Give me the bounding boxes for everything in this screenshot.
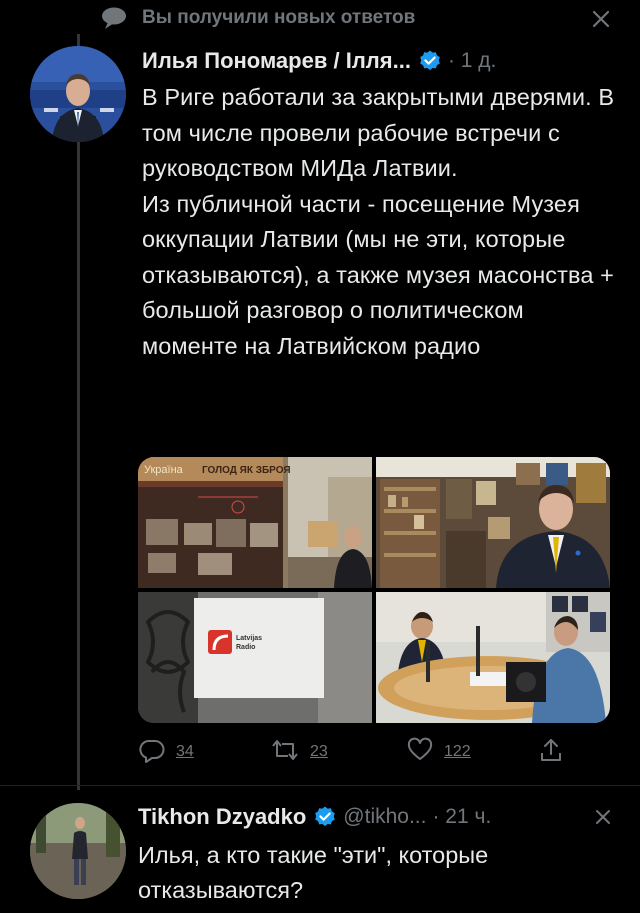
reply-count: 34 (176, 743, 194, 760)
tweet-text: В Риге работали за закрытыми дверями. В … (142, 84, 615, 359)
like-count: 122 (444, 743, 471, 760)
sign-text-right: ГОЛОД ЯК ЗБРОЯ (202, 465, 291, 476)
photo-masonry-museum[interactable] (376, 457, 610, 588)
sign-text-left: Україна (144, 464, 184, 476)
verified-badge-icon (313, 805, 337, 829)
verified-badge-icon (418, 49, 442, 73)
retweet-button[interactable]: 23 (270, 735, 328, 769)
author-handle[interactable]: @tikho... (343, 805, 426, 829)
close-icon[interactable] (590, 8, 612, 30)
tweet-header: Илья Пономарев / Ілля... · 1 д. (142, 44, 496, 78)
like-button[interactable]: 122 (406, 735, 471, 769)
tweet-header: Tikhon Dzyadko @tikho... · 21 ч. (138, 800, 491, 834)
photo-latvijas-radio-sign[interactable]: Latvijas Radio (138, 592, 372, 723)
new-replies-text: Вы получили новых ответов (142, 7, 416, 28)
thread-connector (77, 142, 80, 790)
retweet-icon (270, 736, 300, 769)
chat-bubble-icon (100, 6, 128, 30)
heart-icon (406, 736, 434, 769)
tweet-divider (0, 785, 640, 786)
tweet-timestamp[interactable]: · 21 ч. (432, 805, 491, 829)
thread-connector (77, 34, 80, 46)
new-replies-banner[interactable]: Вы получили новых ответов (0, 0, 640, 40)
author-avatar[interactable] (30, 803, 126, 899)
photo-museum-occupation[interactable]: Україна ГОЛОД ЯК ЗБРОЯ (138, 457, 372, 588)
tweet-actions: 34 23 122 (138, 735, 578, 769)
tweet-text: Илья, а кто такие "эти", которые отказыв… (138, 842, 489, 903)
retweet-count: 23 (310, 743, 328, 760)
tweet-timestamp[interactable]: · 1 д. (448, 49, 496, 73)
share-button[interactable] (538, 735, 564, 769)
photo-radio-studio[interactable] (376, 592, 610, 723)
radio-logo-line2: Radio (236, 644, 255, 651)
author-name[interactable]: Tikhon Dzyadko (138, 804, 306, 830)
author-name[interactable]: Илья Пономарев / Ілля... (142, 48, 411, 74)
reply-icon (138, 736, 166, 769)
reply-button[interactable]: 34 (138, 735, 194, 769)
share-icon (538, 736, 564, 769)
tweet-media-grid[interactable]: Україна ГОЛОД ЯК ЗБРОЯ Latvijas Radio (138, 457, 610, 723)
author-avatar[interactable] (30, 46, 126, 142)
radio-logo-line1: Latvijas (236, 635, 262, 642)
dismiss-icon[interactable] (592, 806, 614, 828)
